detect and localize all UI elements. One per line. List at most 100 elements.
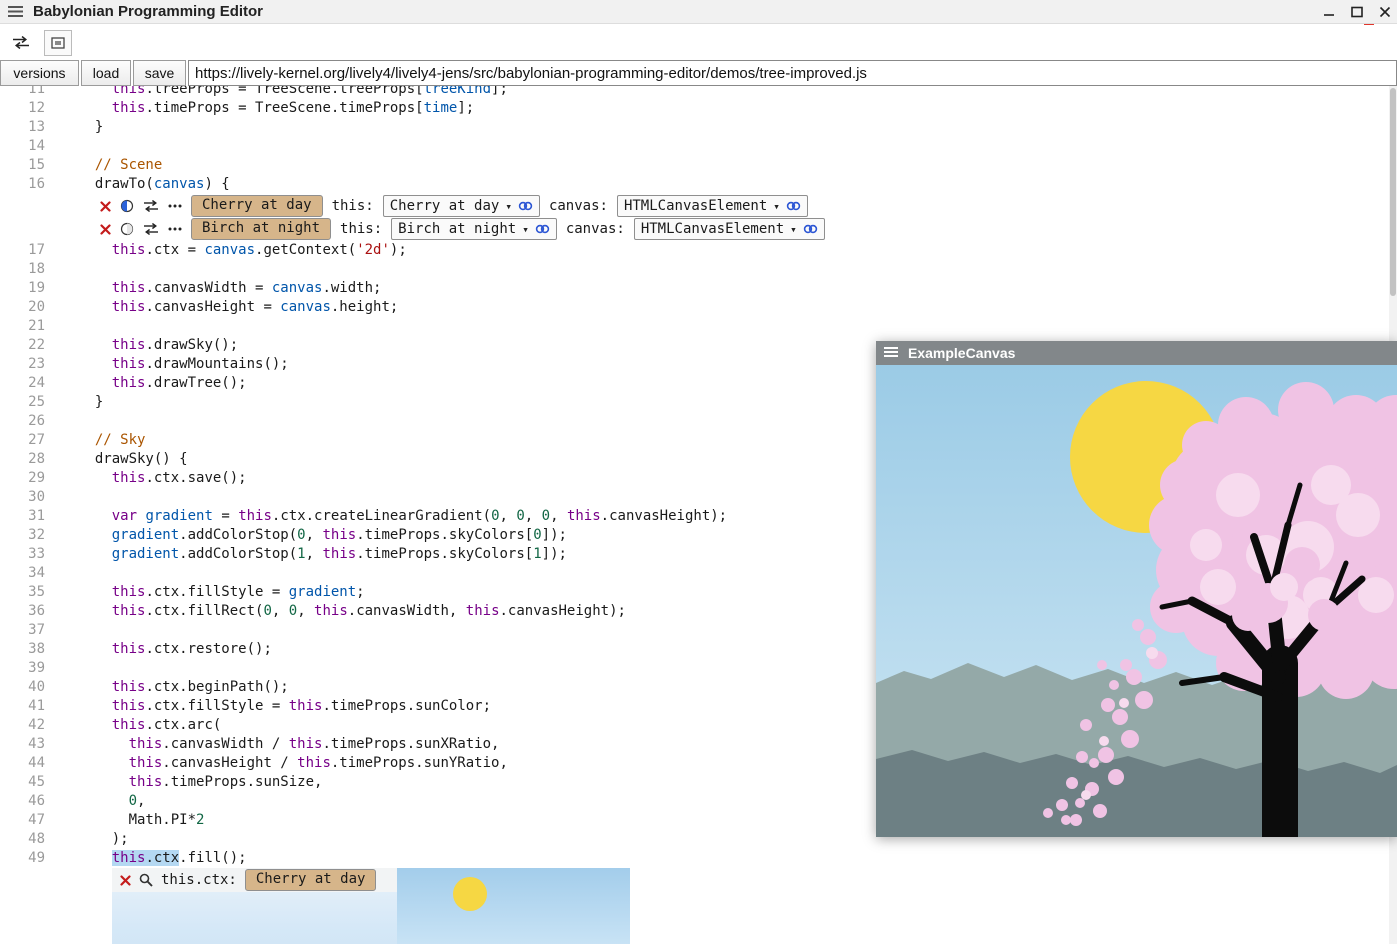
line-number: 25 — [0, 393, 45, 412]
versions-button[interactable]: versions — [0, 60, 79, 86]
code-text: // Sky — [78, 431, 145, 450]
line-number: 32 — [0, 526, 45, 545]
code-text: this.drawTree(); — [78, 374, 247, 393]
code-text: this.ctx.fill(); — [78, 849, 247, 868]
line-number: 35 — [0, 583, 45, 602]
line-number: 46 — [0, 792, 45, 811]
code-line: 11 this.treeProps = TreeScene.treeProps[… — [0, 86, 1389, 99]
load-button[interactable]: load — [81, 60, 131, 86]
scrollbar-thumb[interactable] — [1390, 88, 1396, 296]
code-text: 0, — [78, 792, 145, 811]
this-arg-label: this: — [340, 220, 382, 239]
line-number: 43 — [0, 735, 45, 754]
code-line: 19 this.canvasWidth = canvas.width; — [0, 279, 1389, 298]
this-arg-label: this: — [332, 197, 374, 216]
menu-icon[interactable] — [884, 344, 898, 362]
canvas-value-dropdown[interactable]: HTMLCanvasElement ▾ — [634, 218, 825, 240]
url-input[interactable] — [188, 60, 1397, 86]
code-text: this.ctx.save(); — [78, 469, 247, 488]
code-text: // Scene — [78, 156, 162, 175]
window-title: Babylonian Programming Editor — [33, 3, 263, 20]
code-text: var gradient = this.ctx.createLinearGrad… — [78, 507, 727, 526]
swap-example-icon[interactable] — [143, 200, 159, 212]
probe-example-button[interactable]: Cherry at day — [245, 869, 377, 891]
link-icon[interactable] — [518, 200, 533, 212]
delete-probe-icon[interactable] — [120, 875, 131, 886]
code-line: 15 // Scene — [0, 156, 1389, 175]
delete-example-icon[interactable] — [100, 224, 111, 235]
line-number: 49 — [0, 849, 45, 868]
code-text: this.ctx.arc( — [78, 716, 221, 735]
line-number: 34 — [0, 564, 45, 583]
line-number: 18 — [0, 260, 45, 279]
code-lines-before: 11 this.treeProps = TreeScene.treeProps[… — [0, 86, 1389, 194]
code-text: this.canvasWidth = canvas.width; — [78, 279, 381, 298]
code-text: gradient.addColorStop(0, this.timeProps.… — [78, 526, 567, 545]
line-number: 47 — [0, 811, 45, 830]
example-toggle-icon[interactable] — [120, 199, 134, 213]
menu-icon[interactable] — [8, 6, 23, 17]
probe-canvas-preview — [397, 868, 630, 944]
code-text: drawSky() { — [78, 450, 188, 469]
magnifier-icon[interactable] — [139, 873, 153, 887]
frame-icon[interactable] — [44, 30, 72, 56]
link-icon[interactable] — [803, 223, 818, 235]
more-options-icon[interactable] — [168, 227, 182, 231]
line-number: 39 — [0, 659, 45, 678]
save-button[interactable]: save — [133, 60, 186, 86]
code-text: this.drawSky(); — [78, 336, 238, 355]
line-number: 36 — [0, 602, 45, 621]
code-line: 12 this.timeProps = TreeScene.timeProps[… — [0, 99, 1389, 118]
example-row-birch: Birch at night this: Birch at night ▾ ca… — [100, 218, 1389, 240]
line-number: 11 — [0, 86, 45, 99]
swap-example-icon[interactable] — [143, 223, 159, 235]
example-row-cherry: Cherry at day this: Cherry at day ▾ canv… — [100, 195, 1389, 217]
code-text: this.treeProps = TreeScene.treeProps[tre… — [78, 86, 508, 99]
link-icon[interactable] — [535, 223, 550, 235]
line-number: 45 — [0, 773, 45, 792]
line-number: 17 — [0, 241, 45, 260]
example-canvas-window: ExampleCanvas — [876, 341, 1397, 837]
code-line: 18 — [0, 260, 1389, 279]
window-titlebar: Babylonian Programming Editor — [0, 0, 1397, 24]
swap-icon[interactable] — [8, 31, 34, 55]
this-value-dropdown[interactable]: Cherry at day ▾ — [383, 195, 540, 217]
line-number: 19 — [0, 279, 45, 298]
code-text: Math.PI*2 — [78, 811, 204, 830]
line-number: 21 — [0, 317, 45, 336]
probe-widget: this.ctx: Cherry at day — [112, 868, 630, 944]
example-name-button[interactable]: Birch at night — [191, 218, 331, 240]
link-icon[interactable] — [786, 200, 801, 212]
tree-scene-canvas — [876, 365, 1397, 837]
close-icon[interactable] — [1379, 6, 1391, 18]
more-options-icon[interactable] — [168, 204, 182, 208]
line-number: 16 — [0, 175, 45, 194]
sun-preview — [453, 877, 487, 911]
delete-example-icon[interactable] — [100, 201, 111, 212]
code-text: } — [78, 118, 103, 137]
editor-toolbar — [0, 25, 1397, 60]
code-text: this.canvasHeight / this.timeProps.sunYR… — [78, 754, 508, 773]
canvas-value-dropdown[interactable]: HTMLCanvasElement ▾ — [617, 195, 808, 217]
code-text: this.canvasHeight = canvas.height; — [78, 298, 398, 317]
example-name-button[interactable]: Cherry at day — [191, 195, 323, 217]
code-text: ); — [78, 830, 129, 849]
chevron-down-icon: ▾ — [790, 220, 797, 239]
line-number: 22 — [0, 336, 45, 355]
example-canvas-title: ExampleCanvas — [908, 345, 1015, 361]
code-text: gradient.addColorStop(1, this.timeProps.… — [78, 545, 567, 564]
code-line: 21 — [0, 317, 1389, 336]
this-value-dropdown[interactable]: Birch at night ▾ — [391, 218, 557, 240]
code-line: 49 this.ctx.fill(); — [0, 849, 1389, 868]
line-number: 15 — [0, 156, 45, 175]
code-line: 20 this.canvasHeight = canvas.height; — [0, 298, 1389, 317]
minimize-icon[interactable] — [1323, 6, 1335, 18]
dropdown-value: Cherry at day — [390, 197, 500, 216]
maximize-icon[interactable] — [1351, 6, 1363, 18]
line-number: 12 — [0, 99, 45, 118]
line-number: 28 — [0, 450, 45, 469]
chevron-down-icon: ▾ — [505, 197, 512, 216]
example-toggle-icon[interactable] — [120, 222, 134, 236]
dropdown-value: HTMLCanvasElement — [641, 220, 784, 239]
example-canvas-titlebar[interactable]: ExampleCanvas — [876, 341, 1397, 365]
